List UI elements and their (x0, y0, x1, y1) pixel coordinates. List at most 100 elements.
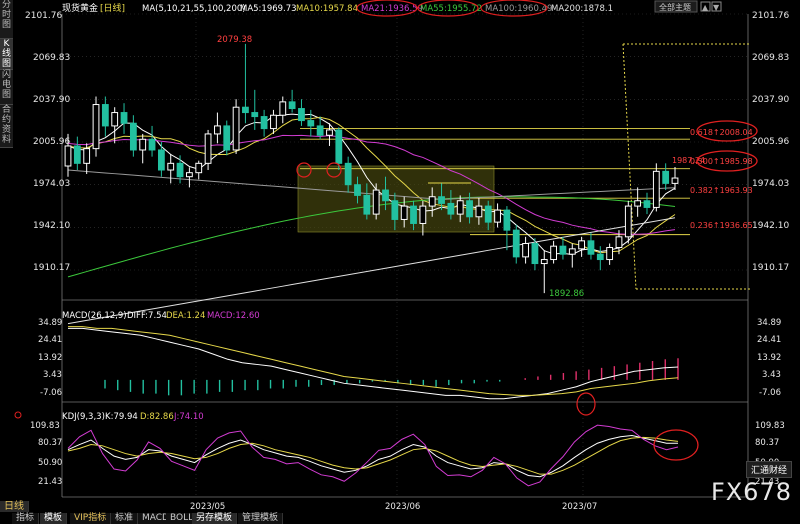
kdj-d: D:82.86 (140, 412, 174, 422)
watermark-badge: 汇通财经 (745, 461, 792, 478)
candle-body (92, 104, 100, 150)
panel-frames (61, 14, 749, 498)
macd-header: MACD(26,12,9) DIFF:7.54 DEA:1.24 MACD:12… (62, 311, 260, 321)
macd-tick-right-0: 34.89 (757, 318, 781, 328)
up-arrow-glyph: ▲ (702, 3, 709, 12)
candle-body (578, 240, 586, 250)
candle-body (531, 243, 539, 265)
time-tick-1: 2023/06 (385, 502, 420, 512)
candle-body (120, 112, 128, 124)
candle-body (391, 200, 399, 220)
candle-body (344, 162, 352, 186)
price-tick-right-2: 2037.90 (752, 95, 789, 105)
candle-body (522, 243, 529, 258)
candle-body (335, 129, 343, 164)
price-tick-right-6: 1910.17 (752, 263, 789, 273)
candle-body (186, 172, 193, 178)
candle-body (419, 205, 427, 224)
ma10-value: MA10:1957.84 (296, 4, 358, 14)
kdj-tick-left-1: 80.37 (38, 438, 62, 448)
kdj-tick-right-1: 80.37 (755, 438, 779, 448)
macd-tick-left-4: -7.06 (40, 388, 62, 398)
kdj-tick-left-0: 109.83 (30, 421, 60, 431)
macd-diff: DIFF:7.54 (127, 311, 167, 321)
candle-body (466, 200, 473, 218)
macd-axis: 34.89 24.41 13.92 3.43 -7.06 34.89 24.41… (38, 318, 781, 398)
kdj-line-j (67, 424, 679, 487)
candle-body (101, 104, 109, 127)
grid-lines (62, 13, 748, 497)
price-tick-left-0: 2101.76 (25, 11, 62, 21)
candle-body (550, 245, 557, 261)
price-tick-right-5: 1942.10 (752, 221, 789, 231)
candle-body (316, 125, 324, 136)
kdj-tick-left-2: 50.90 (38, 458, 62, 468)
candle-body (195, 162, 203, 174)
tab-vip-indicator[interactable]: VIP指标 (70, 513, 112, 524)
fib-0382-label: 0.382↑1963.93 (690, 186, 753, 195)
candle-body (139, 138, 147, 151)
macd-lines (68, 326, 679, 400)
kdj-settings-icon[interactable] (14, 411, 22, 419)
price-tick-left-6: 1910.17 (33, 263, 70, 273)
candle-body (204, 133, 212, 164)
projection-line[interactable] (622, 43, 637, 290)
candle-body (671, 177, 679, 184)
candle-body (223, 125, 231, 151)
ma200-value: MA200:1878.1 (551, 4, 613, 14)
candle-body (540, 259, 548, 265)
price-tick-right-4: 1974.03 (752, 179, 789, 189)
candle-body (372, 189, 380, 215)
candle-body (307, 120, 315, 127)
macd-tick-left-1: 24.41 (38, 335, 62, 345)
tab-standard[interactable]: 标准 (111, 513, 139, 524)
price-tick-right-0: 2101.76 (752, 11, 789, 21)
candle-body (298, 108, 305, 122)
down-arrow-glyph: ▼ (713, 3, 720, 12)
time-tick-0: 2023/05 (190, 502, 225, 512)
kdj-lines (67, 424, 679, 487)
candle-body (260, 116, 268, 130)
macd-histogram (104, 358, 679, 396)
candle-body (242, 106, 249, 114)
low-label: 1892.86 (549, 289, 584, 299)
candle-body (64, 145, 72, 167)
price-tick-left-2: 2037.90 (33, 95, 70, 105)
candle-body (288, 101, 296, 110)
macd-tick-right-3: 3.43 (762, 370, 781, 380)
candle-body (634, 200, 642, 207)
macd-tick-right-1: 24.41 (757, 335, 781, 345)
kdj-tick-right-0: 109.83 (755, 421, 785, 431)
candle-body (428, 196, 436, 207)
macd-cross-highlight (576, 392, 596, 416)
watermark-logo: FX678 (710, 478, 792, 506)
macd-tick-left-2: 13.92 (38, 353, 62, 363)
tab-save-template[interactable]: 另存模板 (192, 513, 238, 524)
candle-body (232, 106, 240, 151)
candle-body (494, 209, 501, 223)
macd-tick-right-2: 13.92 (757, 353, 781, 363)
tab-template[interactable]: 模板 (40, 513, 68, 524)
kdj-highlight (653, 429, 699, 461)
tab-manage-template[interactable]: 管理模板 (238, 513, 284, 524)
tab-indicator[interactable]: 指标 (12, 513, 40, 524)
candle-body (503, 209, 511, 231)
candle-body (606, 247, 614, 261)
candle-body (270, 114, 277, 130)
candle-body (279, 101, 287, 116)
macd-tick-left-0: 34.89 (38, 318, 62, 328)
macd-label: MACD(26,12,9) (62, 311, 127, 321)
period-selector[interactable]: 日线 (0, 501, 29, 512)
candle-body (148, 138, 156, 151)
time-axis: 2023/05 2023/06 2023/07 (190, 502, 597, 512)
price-tick-left-5: 1942.10 (33, 221, 70, 231)
kdj-k: K:79.94 (105, 412, 138, 422)
kdj-label: KDJ(9,3,3) (62, 412, 105, 422)
candle-body (167, 162, 175, 171)
ma200-line (67, 217, 676, 325)
theme-button-label: 全部主题 (659, 2, 691, 12)
chart-canvas[interactable]: 现货黄金 [日线] MA(5,10,21,55,100,200) MA5:196… (0, 0, 800, 524)
candle-body (484, 205, 492, 223)
candle-body (568, 248, 576, 255)
candle-body (559, 245, 567, 255)
